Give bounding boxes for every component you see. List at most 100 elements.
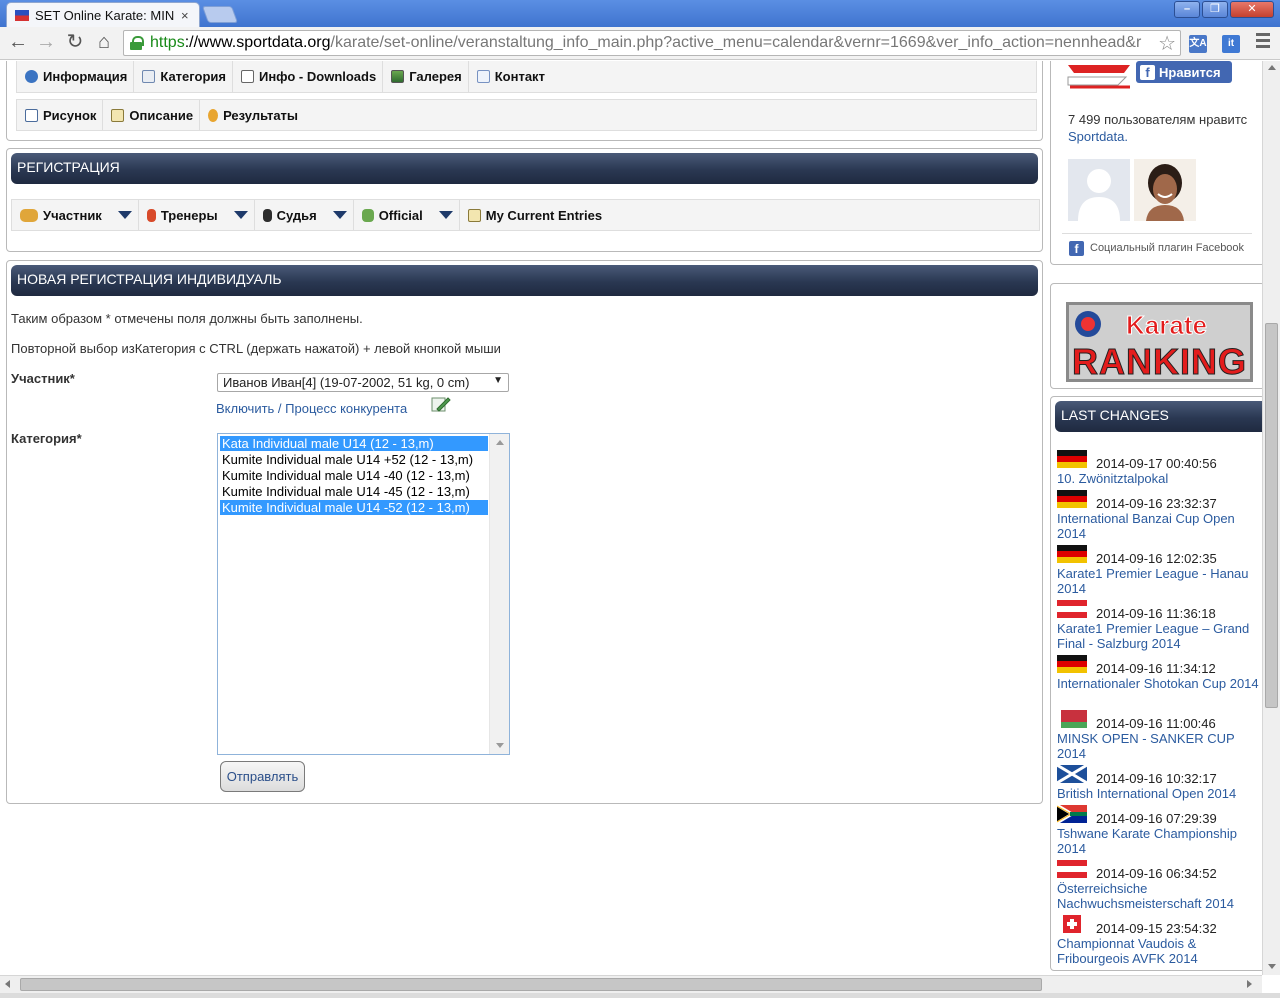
required-fields-note: Таким образом * отмечены поля должны быт… — [11, 311, 363, 326]
menu-info[interactable]: Информация — [17, 61, 135, 92]
change-event-link[interactable]: Championnat Vaudois & Fribourgeois AVFK … — [1057, 936, 1262, 966]
category-option[interactable]: Kumite Individual male U14 -45 (12 - 13,… — [220, 484, 488, 499]
category-option[interactable]: Kumite Individual male U14 -40 (12 - 13,… — [220, 468, 488, 483]
url-path: /karate/set-online/veranstaltung_info_ma… — [330, 34, 1142, 51]
new-tab-button[interactable] — [201, 6, 239, 23]
browser-menu-icon[interactable] — [1256, 33, 1270, 51]
germany-flag-icon — [1057, 655, 1087, 673]
change-event-link[interactable]: Karate1 Premier League - Hanau 2014 — [1057, 566, 1262, 596]
menu-gallery-label: Галерея — [409, 69, 462, 84]
address-bar[interactable]: https://www.sportdata.org/karate/set-onl… — [123, 30, 1181, 56]
menu-official[interactable]: Official — [354, 200, 460, 230]
multiselect-note: Повторной выбор изКатегория с CTRL (держ… — [11, 341, 501, 356]
change-event-link[interactable]: International Banzai Cup Open 2014 — [1057, 511, 1262, 541]
judge-icon — [262, 208, 272, 222]
change-event-link[interactable]: 10. Zwönitztalpokal — [1057, 471, 1262, 486]
karate-ranking-banner[interactable]: Karate RANKING — [1066, 302, 1253, 383]
scrollbar-thumb[interactable] — [1265, 323, 1278, 708]
scroll-up-icon[interactable] — [496, 440, 504, 445]
facebook-fan-avatar[interactable] — [1134, 159, 1196, 221]
facebook-page-link[interactable]: Sportdata. — [1068, 129, 1128, 144]
participants-icon — [20, 208, 38, 222]
maximize-button[interactable]: ❐ — [1202, 1, 1228, 18]
browser-titlebar: SET Online Karate: MIN × – ❐ ✕ — [0, 0, 1280, 27]
facebook-icon: f — [1140, 64, 1155, 80]
menu-results-label: Результаты — [223, 107, 299, 123]
chevron-down-icon[interactable] — [117, 211, 132, 219]
scroll-down-icon[interactable] — [1268, 964, 1276, 969]
chevron-down-icon[interactable] — [438, 211, 453, 219]
menu-draw[interactable]: Рисунок — [17, 100, 104, 130]
menu-judge[interactable]: Судья — [255, 200, 354, 230]
menu-judge-label: Судья — [276, 207, 317, 223]
scroll-down-icon[interactable] — [496, 743, 504, 748]
change-event-link[interactable]: Tshwane Karate Championship 2014 — [1057, 826, 1262, 856]
menu-downloads[interactable]: Инфо - Downloads — [233, 61, 384, 92]
austria-flag-icon — [1057, 600, 1087, 618]
change-event-link[interactable]: Internationaler Shotokan Cup 2014 — [1057, 676, 1262, 691]
edit-pencil-icon[interactable] — [431, 395, 451, 413]
page-viewport: Информация Категория Инфо - Downloads Га… — [0, 61, 1262, 975]
scroll-right-icon[interactable] — [1247, 980, 1252, 988]
url-scheme: https — [150, 34, 185, 51]
scroll-up-icon[interactable] — [1268, 65, 1276, 70]
submit-button[interactable]: Отправлять — [220, 761, 305, 792]
menu-participant[interactable]: Участник — [12, 200, 139, 230]
minimize-button[interactable]: – — [1174, 1, 1200, 18]
scroll-left-icon[interactable] — [5, 980, 10, 988]
category-listbox[interactable]: Kata Individual male U14 (12 - 13,m) Kum… — [217, 433, 510, 755]
menu-coaches[interactable]: Тренеры — [139, 200, 255, 230]
home-icon[interactable]: ⌂ — [92, 32, 116, 54]
page-horizontal-scrollbar[interactable] — [0, 975, 1262, 993]
chevron-down-icon[interactable] — [233, 211, 248, 219]
change-event-link[interactable]: MINSK OPEN - SANKER CUP 2014 — [1057, 731, 1262, 761]
change-timestamp: 2014-09-16 07:29:39 — [1096, 811, 1217, 826]
menu-category[interactable]: Категория — [134, 61, 233, 92]
change-event-link[interactable]: Karate1 Premier League – Grand Final - S… — [1057, 621, 1262, 651]
folder-icon — [142, 70, 156, 83]
menu-description[interactable]: Описание — [103, 100, 201, 130]
menu-my-current-entries[interactable]: My Current Entries — [460, 200, 608, 230]
menu-results[interactable]: Результаты — [200, 100, 304, 130]
scotland-flag-icon — [1056, 763, 1088, 785]
back-icon[interactable]: ← — [6, 32, 30, 54]
tab-close-icon[interactable]: × — [181, 8, 189, 23]
ranking-line2: RANKING — [1072, 341, 1246, 382]
facebook-like-button[interactable]: f Нравится — [1136, 61, 1232, 83]
page-vertical-scrollbar[interactable] — [1262, 61, 1280, 975]
south-africa-flag-icon — [1056, 803, 1087, 825]
scrollbar-thumb[interactable] — [20, 978, 1042, 991]
menu-coaches-label: Тренеры — [160, 207, 218, 223]
category-option[interactable]: Kumite Individual male U14 +52 (12 - 13,… — [220, 452, 488, 467]
reload-icon[interactable]: ↻ — [63, 32, 87, 54]
browser-tab[interactable]: SET Online Karate: MIN × — [6, 2, 200, 27]
participant-select[interactable]: Иванов Иван[4] (19-07-2002, 51 kg, 0 cm)… — [217, 373, 509, 392]
change-event-link[interactable]: Österreichsiche Nachwuchsmeisterschaft 2… — [1057, 881, 1262, 911]
menu-contact[interactable]: Контакт — [469, 61, 551, 92]
gallery-icon — [391, 70, 405, 83]
chevron-down-icon[interactable] — [332, 211, 347, 219]
tab-title: SET Online Karate: MIN — [35, 7, 175, 23]
menu-gallery[interactable]: Галерея — [383, 61, 469, 92]
menu-description-label: Описание — [129, 107, 194, 123]
change-timestamp: 2014-09-16 12:02:35 — [1096, 551, 1217, 566]
menu-downloads-label: Инфо - Downloads — [258, 69, 377, 84]
listbox-scrollbar[interactable] — [489, 434, 509, 754]
official-icon — [361, 208, 374, 222]
include-competitor-link[interactable]: Включить / Процесс конкурента — [216, 401, 407, 416]
info-icon — [25, 70, 38, 83]
category-option[interactable]: Kata Individual male U14 (12 - 13,m) — [220, 436, 488, 451]
url-host: ://www.sportdata.org — [184, 34, 331, 51]
facebook-fan-avatar[interactable] — [1068, 159, 1130, 221]
translate-extension-icon[interactable]: 文A — [1189, 35, 1207, 53]
it-extension-icon[interactable]: it — [1222, 35, 1240, 53]
document-icon — [240, 70, 254, 83]
forward-icon[interactable]: → — [34, 32, 58, 54]
change-event-link[interactable]: British International Open 2014 — [1057, 786, 1262, 801]
facebook-icon: f — [1069, 241, 1084, 256]
bookmark-star-icon[interactable]: ☆ — [1158, 31, 1176, 55]
coach-icon — [146, 208, 156, 222]
category-option[interactable]: Kumite Individual male U14 -52 (12 - 13,… — [220, 500, 488, 515]
close-window-button[interactable]: ✕ — [1230, 1, 1274, 18]
facebook-like-count: 7 499 пользователям нравитс — [1068, 112, 1248, 127]
